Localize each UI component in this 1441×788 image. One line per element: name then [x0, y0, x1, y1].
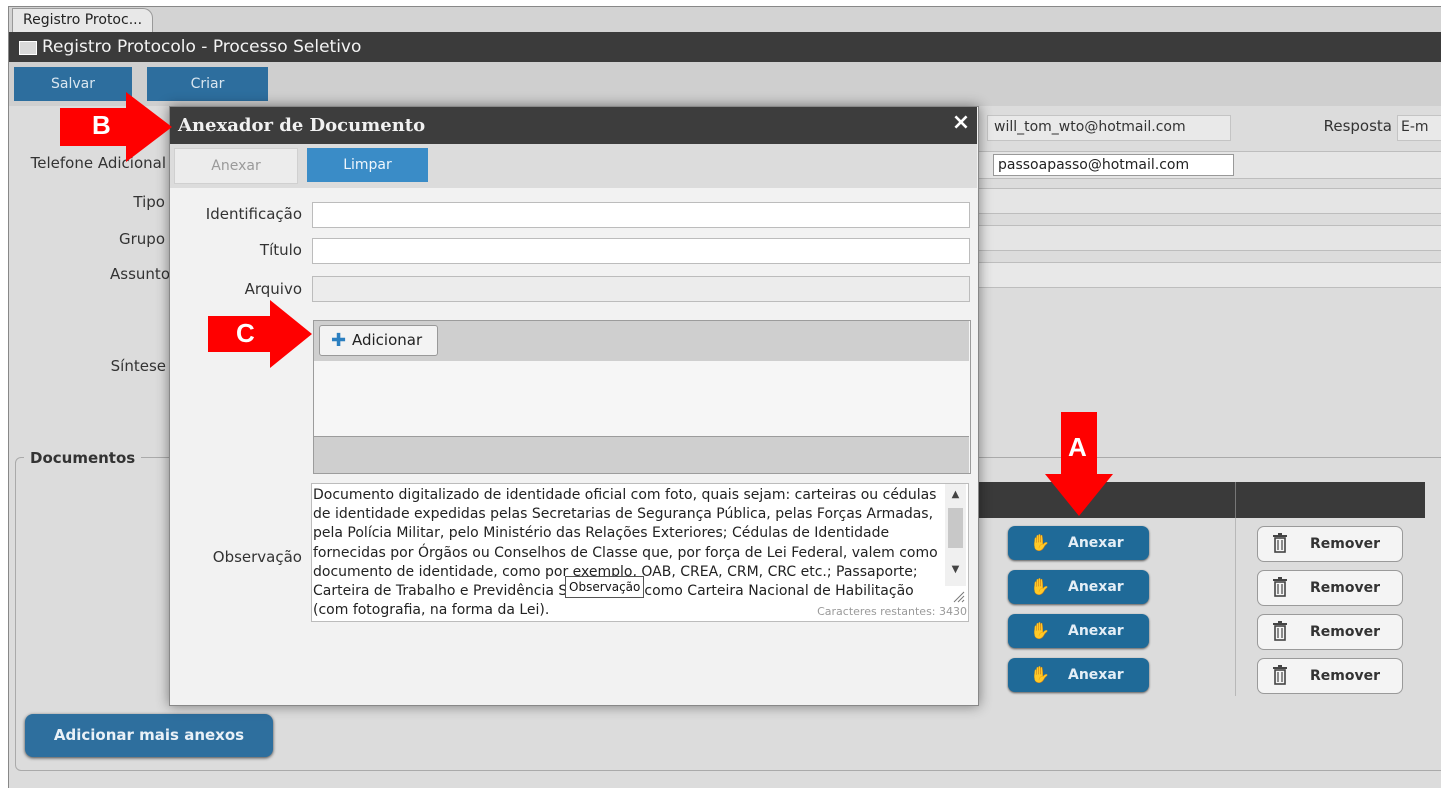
tab-label: Registro Protoc...: [23, 12, 143, 28]
row-remover-button[interactable]: Remover: [1257, 526, 1403, 562]
characters-remaining: Caracteres restantes: 3430: [787, 604, 967, 620]
adicionar-label: Adicionar: [352, 331, 423, 349]
observacao-textarea[interactable]: Documento digitalizado de identidade ofi…: [311, 483, 969, 622]
add-file-button[interactable]: ✚ Adicionar: [319, 325, 438, 356]
row-anexar-button[interactable]: ✋ Anexar: [1008, 658, 1149, 692]
annotation-label-b: B: [92, 110, 111, 140]
row-remover-button[interactable]: Remover: [1257, 658, 1403, 694]
remover-label: Remover: [1310, 536, 1381, 552]
row-remover-button[interactable]: Remover: [1257, 614, 1403, 650]
sintese-label: Síntese: [110, 357, 166, 375]
scroll-thumb[interactable]: [948, 508, 963, 548]
observacao-label: Observação: [212, 548, 302, 566]
email-adicional-field[interactable]: passoapasso@hotmail.com: [993, 154, 1234, 176]
email-field[interactable]: will_tom_wto@hotmail.com: [987, 115, 1231, 141]
annotation-label-c: C: [236, 318, 255, 348]
tab-registro-protocolo[interactable]: Registro Protoc...: [12, 8, 154, 32]
hand-icon: ✋: [1030, 533, 1050, 552]
remover-label: Remover: [1310, 580, 1381, 596]
resposta-select[interactable]: E-m: [1397, 115, 1441, 141]
annotation-label-a: A: [1068, 432, 1087, 462]
row-anexar-button[interactable]: ✋ Anexar: [1008, 526, 1149, 560]
scroll-up-icon[interactable]: ▲: [948, 488, 963, 502]
upload-footer: [314, 436, 969, 473]
row-remover-button[interactable]: Remover: [1257, 570, 1403, 606]
tipo-label: Tipo: [133, 193, 165, 211]
dialog-anexar-button[interactable]: Anexar: [174, 148, 298, 184]
hand-icon: ✋: [1030, 665, 1050, 684]
trash-icon: [1273, 533, 1287, 553]
row-anexar-button[interactable]: ✋ Anexar: [1008, 570, 1149, 604]
trash-icon: [1273, 665, 1287, 685]
observacao-text: Documento digitalizado de identidade ofi…: [313, 487, 938, 619]
dialog-limpar-button[interactable]: Limpar: [307, 148, 428, 182]
titulo-input[interactable]: [312, 238, 970, 264]
observacao-tooltip: Observação: [565, 576, 645, 598]
close-icon[interactable]: ×: [948, 110, 974, 136]
documents-legend: Documentos: [24, 449, 142, 467]
hand-icon: ✋: [1030, 577, 1050, 596]
arquivo-label: Arquivo: [244, 280, 302, 298]
assunto-label: Assunto: [110, 265, 170, 283]
remover-label: Remover: [1310, 668, 1381, 684]
scroll-down-icon[interactable]: ▼: [948, 563, 963, 577]
row-anexar-button[interactable]: ✋ Anexar: [1008, 614, 1149, 648]
dialog-title-bar: Anexador de Documento: [170, 107, 977, 144]
trash-icon: [1273, 577, 1287, 597]
tab-bar: [9, 7, 1441, 32]
arquivo-input: [312, 276, 970, 302]
annotation-arrow-c: [208, 300, 312, 368]
window-icon: [19, 41, 37, 55]
identificacao-label: Identificação: [205, 205, 302, 223]
anexar-label: Anexar: [1068, 623, 1124, 639]
anexar-label: Anexar: [1068, 579, 1124, 595]
grupo-label: Grupo: [119, 230, 165, 248]
dialog-title: Anexador de Documento: [178, 115, 426, 136]
anexar-label: Anexar: [1068, 535, 1124, 551]
resposta-label: Resposta: [1323, 117, 1392, 135]
remover-label: Remover: [1310, 624, 1381, 640]
anexar-label: Anexar: [1068, 667, 1124, 683]
annotation-arrow-b: [60, 92, 172, 162]
window-title: Registro Protocolo - Processo Seletivo: [42, 37, 362, 57]
column-divider: [1235, 518, 1236, 696]
hand-icon: ✋: [1030, 621, 1050, 640]
annotation-arrow-a: [1045, 412, 1113, 516]
grupo-field[interactable]: [977, 225, 1441, 251]
trash-icon: [1273, 621, 1287, 641]
tipo-field[interactable]: [977, 188, 1441, 214]
plus-icon: ✚: [331, 330, 347, 351]
identificacao-input[interactable]: [312, 202, 970, 228]
titulo-label: Título: [259, 241, 302, 259]
add-more-attachments-button[interactable]: Adicionar mais anexos: [25, 714, 273, 757]
assunto-field[interactable]: [977, 262, 1441, 288]
resize-handle-icon[interactable]: [951, 589, 965, 603]
window-title-bar: Registro Protocolo - Processo Seletivo: [9, 32, 1441, 62]
header-separator: [1235, 482, 1236, 518]
